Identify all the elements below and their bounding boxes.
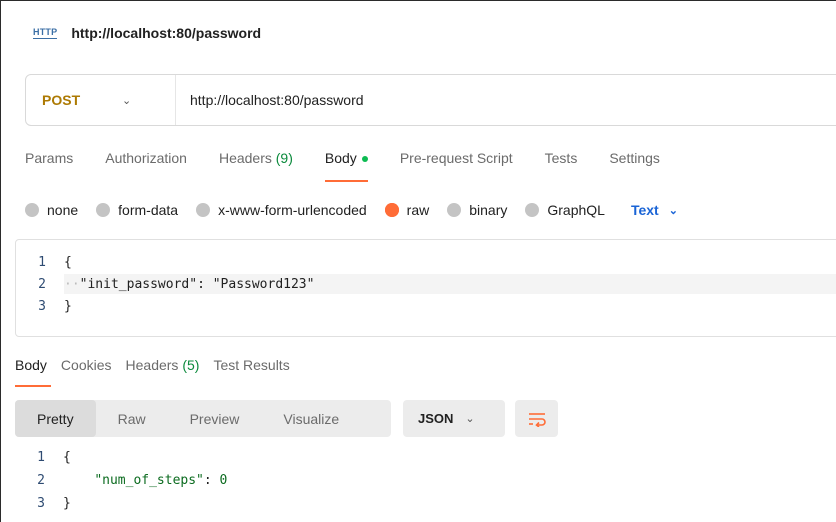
wrap-lines-button[interactable]: [515, 400, 558, 437]
chevron-down-icon: ⌄: [465, 413, 475, 425]
view-preview-button[interactable]: Preview: [168, 400, 262, 437]
json-key: "init_password": [79, 276, 198, 292]
code-text: {: [63, 449, 71, 465]
method-dropdown[interactable]: POST ⌄: [26, 75, 176, 125]
response-tabs: Body Cookies Headers (5) Test Results: [15, 357, 304, 387]
json-separator: :: [197, 276, 213, 292]
response-body-viewer[interactable]: 1 { 2 "num_of_steps": 0 3 }: [15, 447, 836, 522]
response-format-label: JSON: [418, 411, 454, 426]
radio-x-www-form-urlencoded[interactable]: x-www-form-urlencoded: [196, 202, 367, 218]
radio-label: binary: [469, 202, 508, 218]
raw-format-label: Text: [630, 202, 659, 218]
radio-raw[interactable]: raw: [384, 202, 430, 218]
response-headers-count: (5): [182, 357, 200, 373]
line-number: 2: [38, 276, 46, 292]
radio-label: form-data: [118, 202, 179, 218]
code-line: 3 }: [15, 493, 71, 513]
json-value: "Password123": [212, 276, 315, 292]
radio-label: GraphQL: [547, 202, 605, 218]
response-view-switcher: Pretty Raw Preview Visualize: [15, 400, 391, 437]
code-line: 1 {: [16, 252, 72, 272]
headers-count: (9): [275, 150, 293, 166]
code-text: {: [64, 254, 72, 270]
tab-body[interactable]: Body: [324, 150, 368, 182]
request-title[interactable]: http://localhost:80/password: [71, 25, 261, 41]
radio-label: x-www-form-urlencoded: [218, 202, 367, 218]
request-tab-header[interactable]: HTTP http://localhost:80/password: [33, 23, 261, 43]
json-value: 0: [219, 472, 228, 488]
code-line: 3 }: [16, 296, 72, 316]
chevron-down-icon: ⌄: [668, 204, 678, 217]
tab-authorization[interactable]: Authorization: [105, 150, 187, 182]
radio-circle-icon: [196, 203, 211, 217]
view-pretty-button[interactable]: Pretty: [15, 400, 96, 437]
line-number: 3: [38, 298, 46, 314]
json-key: "num_of_steps": [94, 472, 204, 488]
view-visualize-button[interactable]: Visualize: [261, 400, 361, 437]
response-headers-label: Headers: [125, 357, 179, 373]
line-number: 2: [37, 472, 45, 488]
http-icon: HTTP: [33, 27, 58, 39]
line-number: 1: [38, 254, 46, 270]
tab-tests[interactable]: Tests: [545, 150, 578, 182]
json-separator: :: [203, 472, 220, 488]
request-body-editor[interactable]: 1 { 2 ··"init_password": "Password123" 3…: [15, 239, 836, 337]
radio-graphql[interactable]: GraphQL: [525, 202, 605, 218]
url-input[interactable]: http://localhost:80/password: [176, 92, 364, 108]
radio-none[interactable]: none: [25, 202, 78, 218]
response-tab-cookies[interactable]: Cookies: [61, 357, 112, 387]
method-label: POST: [42, 92, 81, 108]
radio-circle-icon: [525, 203, 540, 217]
code-line: 1 {: [15, 447, 71, 467]
request-tabs: Params Authorization Headers (9) Body Pr…: [25, 150, 692, 182]
radio-form-data[interactable]: form-data: [96, 202, 178, 218]
code-text: ··"init_password": "Password123": [64, 277, 314, 292]
tab-settings[interactable]: Settings: [609, 150, 660, 182]
radio-circle-icon: [447, 203, 462, 217]
wrap-lines-icon: [528, 412, 546, 427]
radio-label: none: [47, 202, 79, 218]
radio-binary[interactable]: binary: [447, 202, 507, 218]
response-format-dropdown[interactable]: JSON ⌄: [403, 400, 505, 437]
radio-selected-icon: [384, 203, 399, 217]
postman-window: HTTP http://localhost:80/password POST ⌄…: [0, 0, 836, 522]
body-indicator-dot: [361, 156, 368, 163]
tab-body-label: Body: [324, 150, 357, 166]
response-tab-headers[interactable]: Headers (5): [126, 357, 200, 387]
radio-circle-icon: [96, 203, 111, 217]
url-bar: POST ⌄ http://localhost:80/password: [25, 74, 836, 126]
code-text: }: [64, 298, 72, 314]
code-text: }: [63, 495, 71, 511]
tab-pre-request-script[interactable]: Pre-request Script: [400, 150, 513, 182]
line-number: 1: [37, 449, 45, 465]
tab-headers[interactable]: Headers (9): [219, 150, 293, 182]
view-raw-button[interactable]: Raw: [96, 400, 168, 437]
radio-circle-icon: [25, 203, 39, 217]
line-number: 3: [37, 495, 45, 511]
response-tab-body[interactable]: Body: [15, 357, 51, 387]
body-type-options: none form-data x-www-form-urlencoded raw…: [25, 200, 678, 220]
tab-params[interactable]: Params: [25, 150, 73, 182]
code-text: "num_of_steps": 0: [63, 473, 227, 488]
code-line: 2 ··"init_password": "Password123": [16, 274, 314, 294]
chevron-down-icon: ⌄: [122, 94, 132, 107]
indent-guide: ··: [64, 276, 80, 292]
radio-label: raw: [406, 202, 430, 218]
tab-headers-label: Headers: [218, 150, 272, 166]
raw-format-dropdown[interactable]: Text ⌄: [631, 202, 678, 218]
response-tab-test-results[interactable]: Test Results: [213, 357, 289, 387]
code-line: 2 "num_of_steps": 0: [15, 470, 227, 490]
